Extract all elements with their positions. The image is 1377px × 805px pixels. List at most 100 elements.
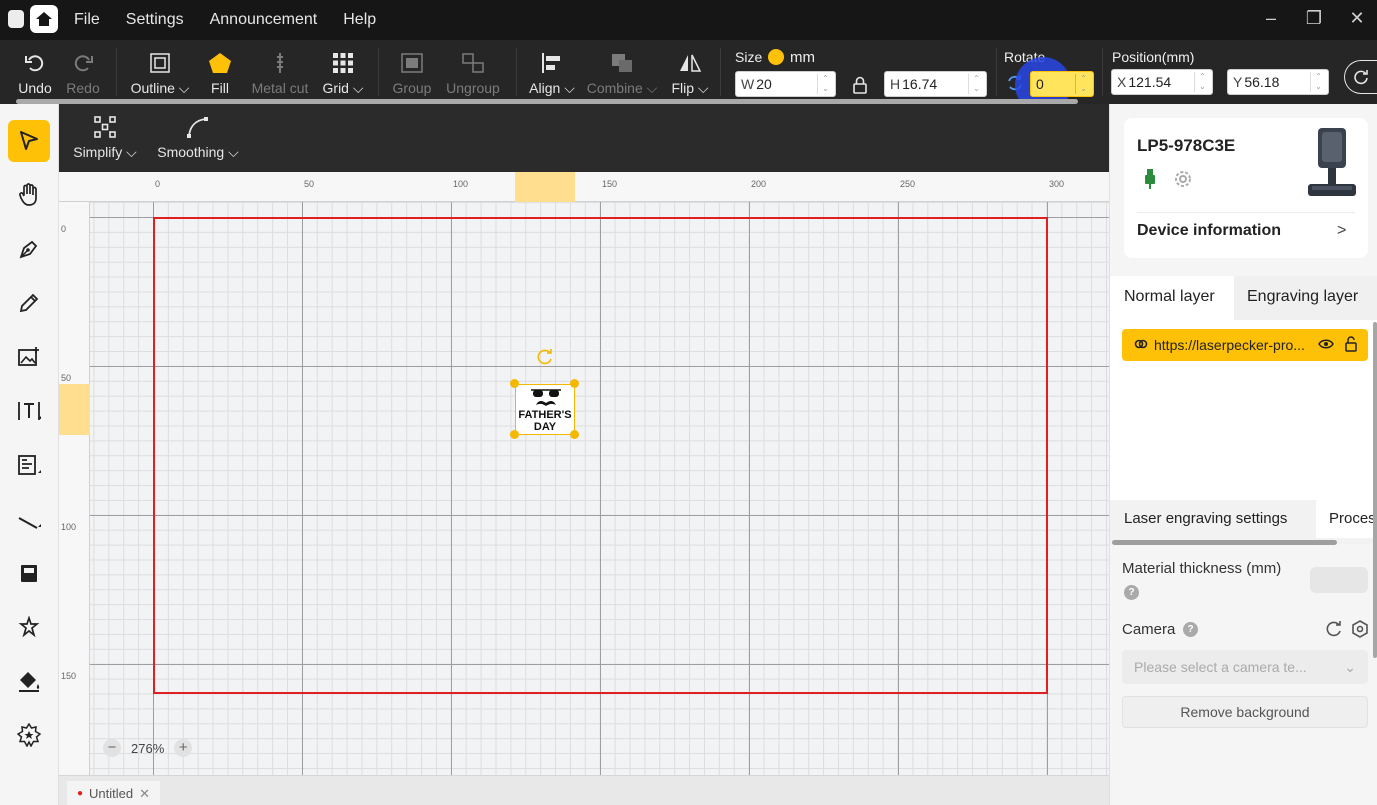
width-stepper[interactable]: ⌃ ⌄ — [817, 74, 833, 94]
toolbar-divider — [516, 48, 517, 96]
ruler-top: 0 50 100 150 200 250 300 — [59, 172, 1109, 202]
redo-button[interactable]: Redo — [62, 50, 104, 96]
help-icon[interactable]: ? — [1183, 622, 1198, 637]
ruler-tick: 250 — [900, 179, 916, 189]
menu-settings[interactable]: Settings — [126, 11, 184, 29]
grid-button[interactable]: Grid ⌵ — [320, 50, 366, 97]
eye-icon[interactable] — [1318, 337, 1334, 354]
help-icon[interactable]: ? — [1124, 585, 1139, 600]
flip-button[interactable]: Flip ⌵ — [668, 50, 712, 97]
settings-tab-scrollbar[interactable] — [1112, 540, 1337, 545]
y-field[interactable]: Y 56.18 ⌃ ⌄ — [1227, 69, 1329, 95]
redo-icon — [62, 50, 104, 76]
resize-handle[interactable] — [570, 430, 579, 439]
align-button[interactable]: Align ⌵ — [526, 50, 578, 97]
simplify-label: Simplify — [73, 144, 123, 160]
flip-icon — [668, 50, 712, 76]
metal-cut-label: Metal cut — [251, 80, 309, 96]
simplify-button[interactable]: Simplify ⌵ — [73, 114, 137, 161]
outline-button[interactable]: Outline ⌵ — [128, 50, 192, 97]
restore-icon[interactable]: ❐ — [1302, 8, 1326, 29]
align-label: Align — [529, 80, 561, 96]
refresh-icon[interactable] — [1344, 60, 1377, 94]
width-field[interactable]: W 20 ⌃ ⌄ — [735, 71, 836, 97]
rotate-stepper[interactable]: ⌃ ⌄ — [1075, 74, 1091, 94]
barcode-tool-icon[interactable] — [8, 444, 50, 486]
menu-file[interactable]: File — [74, 11, 100, 29]
zoom-in-button[interactable]: + — [174, 739, 193, 757]
chevron-right-icon[interactable]: > — [1337, 222, 1346, 240]
pencil-tool-icon[interactable] — [8, 282, 50, 324]
rotate-handle-icon[interactable] — [536, 348, 554, 371]
magic-tool-icon[interactable] — [8, 606, 50, 648]
menu-bar: File Settings Announcement Help — [74, 11, 376, 29]
material-thickness-input[interactable] — [1310, 567, 1368, 593]
tab-engraving-layer[interactable]: Engraving layer — [1247, 288, 1358, 306]
ruler-tick: 50 — [304, 179, 315, 189]
resize-handle[interactable] — [570, 379, 579, 388]
resize-handle[interactable] — [510, 430, 519, 439]
selected-object[interactable]: FATHER'S DAY — [515, 384, 575, 435]
badge-tool-icon[interactable] — [8, 714, 50, 756]
tab-process[interactable]: Proces — [1329, 510, 1376, 527]
tab-normal-layer[interactable]: Normal layer — [1124, 288, 1215, 306]
menu-announcement[interactable]: Announcement — [210, 11, 318, 29]
height-stepper[interactable]: ⌃ ⌄ — [968, 74, 984, 94]
unit-radio-icon[interactable] — [768, 49, 784, 65]
fill-button[interactable]: Fill — [200, 50, 240, 96]
app-logo-icon — [8, 10, 24, 28]
document-tab[interactable]: ● Untitled ✕ — [67, 781, 161, 805]
x-stepper[interactable]: ⌃ ⌄ — [1194, 72, 1210, 92]
combine-button[interactable]: Combine ⌵ — [586, 50, 658, 97]
design-canvas[interactable]: 0 50 100 150 200 250 300 0 50 100 150 FA… — [59, 172, 1109, 775]
height-field[interactable]: H 16.74 ⌃ ⌄ — [884, 71, 987, 97]
material-tool-icon[interactable] — [8, 552, 50, 594]
layer-item[interactable]: https://laserpecker-pro... — [1122, 329, 1368, 361]
main-toolbar: Undo Redo Outline ⌵ Fill Metal cut Grid … — [0, 40, 1377, 113]
outline-label: Outline — [130, 80, 175, 96]
rotate-field[interactable]: 0 ⌃ ⌄ — [1030, 71, 1094, 97]
pen-tool-icon[interactable] — [8, 228, 50, 270]
x-field[interactable]: X 121.54 ⌃ ⌄ — [1111, 69, 1213, 95]
y-prefix: Y — [1233, 74, 1243, 90]
remove-background-button[interactable]: Remove background — [1122, 696, 1368, 728]
camera-settings-icon[interactable] — [1351, 620, 1369, 643]
refresh-camera-icon[interactable] — [1325, 620, 1343, 643]
toolbar-divider — [116, 48, 117, 96]
menu-help[interactable]: Help — [343, 11, 376, 29]
app-window: File Settings Announcement Help – ❐ ✕ Un… — [0, 0, 1377, 805]
right-panel-scrollbar[interactable] — [1373, 322, 1377, 658]
camera-select[interactable]: Please select a camera te... ⌄ — [1122, 650, 1368, 684]
image-tool-icon[interactable] — [8, 336, 50, 378]
y-stepper[interactable]: ⌃ ⌄ — [1310, 72, 1326, 92]
zoom-out-button[interactable]: − — [103, 739, 121, 757]
close-icon[interactable]: ✕ — [1345, 8, 1369, 29]
resize-handle[interactable] — [510, 379, 519, 388]
hand-tool-icon[interactable] — [8, 174, 50, 216]
tab-laser-engraving-settings[interactable]: Laser engraving settings — [1124, 510, 1287, 527]
home-icon[interactable] — [30, 5, 58, 33]
select-tool-icon[interactable] — [8, 120, 50, 162]
group-button[interactable]: Group — [390, 50, 434, 96]
document-tab-bar: ● Untitled ✕ — [59, 775, 1109, 805]
width-value: 20 — [756, 76, 772, 92]
device-information-link[interactable]: Device information — [1137, 222, 1281, 240]
line-tool-icon[interactable] — [8, 498, 50, 540]
paint-bucket-icon[interactable] — [8, 660, 50, 702]
material-thickness-label: Material thickness (mm) — [1122, 560, 1282, 577]
y-value: 56.18 — [1244, 74, 1280, 90]
minimize-icon[interactable]: – — [1259, 8, 1283, 29]
work-area-border — [153, 217, 1048, 694]
smoothing-button[interactable]: Smoothing ⌵ — [157, 114, 239, 161]
metal-cut-button[interactable]: Metal cut — [248, 50, 312, 96]
object-text-line: FATHER'S — [518, 409, 572, 421]
ruler-tick: 150 — [61, 671, 77, 681]
unlock-icon[interactable] — [1344, 336, 1358, 355]
close-tab-icon[interactable]: ✕ — [139, 786, 150, 802]
undo-button[interactable]: Undo — [14, 50, 56, 96]
text-tool-icon[interactable] — [8, 390, 50, 432]
ungroup-button[interactable]: Ungroup — [442, 50, 504, 96]
lock-ratio-icon[interactable] — [852, 76, 868, 99]
gear-icon[interactable] — [1172, 168, 1194, 195]
metal-cut-icon — [248, 50, 312, 76]
